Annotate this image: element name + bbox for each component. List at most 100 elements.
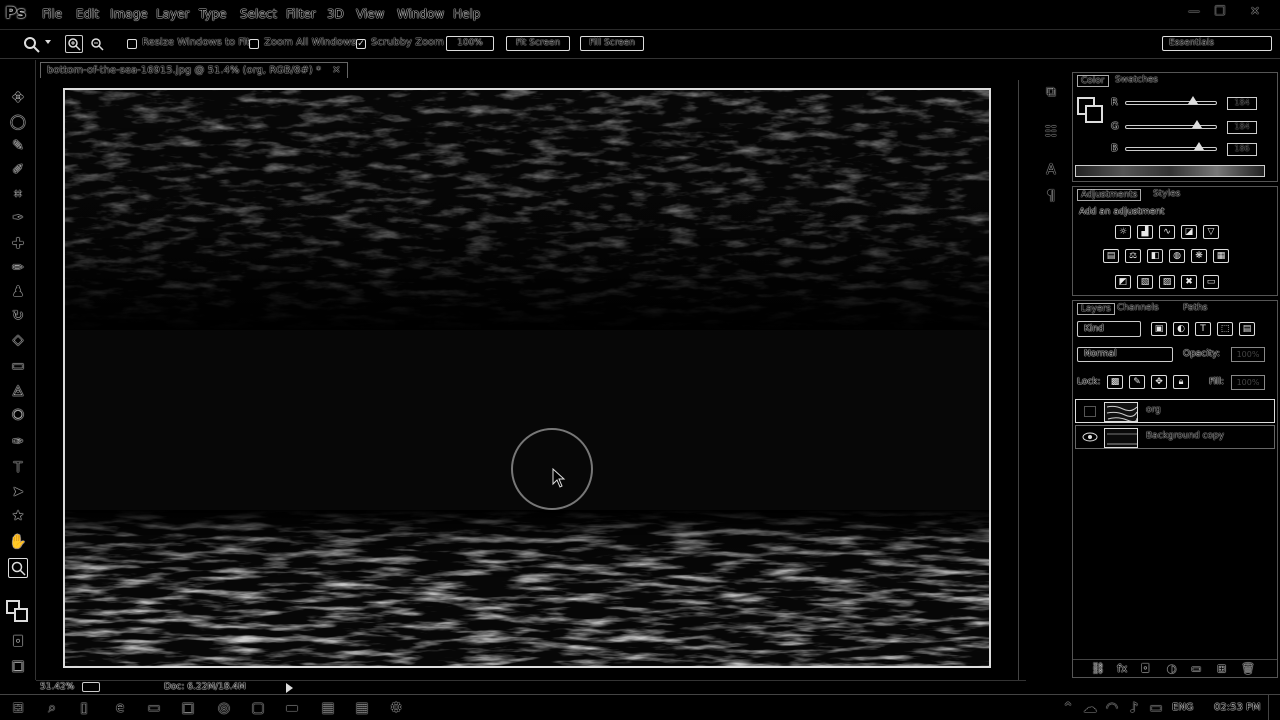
wifi-icon[interactable]: ◠	[1102, 699, 1122, 717]
add-mask-icon[interactable]: ◘	[1141, 662, 1150, 675]
eraser-tool-icon[interactable]: ◇	[8, 330, 28, 350]
filter-smart-object-icon[interactable]: ▤	[1239, 322, 1255, 336]
paragraph-panel-icon[interactable]: ¶	[1042, 188, 1060, 206]
b-value[interactable]: 186	[1227, 143, 1257, 156]
properties-panel-icon[interactable]: ☷	[1042, 124, 1060, 142]
r-slider-knob[interactable]	[1188, 96, 1198, 104]
path-select-tool-icon[interactable]: ➤	[8, 482, 28, 502]
gradient-map-icon[interactable]: ▭	[1203, 275, 1219, 289]
show-hidden-icons-icon[interactable]: ⌃	[1058, 699, 1078, 717]
background-color-chip[interactable]	[1085, 105, 1103, 123]
menu-3d[interactable]: 3D	[327, 7, 344, 21]
menu-edit[interactable]: Edit	[76, 7, 99, 21]
menu-select[interactable]: Select	[240, 7, 277, 21]
hand-tool-icon[interactable]: ✋	[8, 532, 28, 552]
clock[interactable]: 02:53 PM	[1214, 702, 1261, 713]
tab-channels[interactable]: Channels	[1117, 303, 1159, 313]
document-canvas[interactable]	[63, 88, 991, 668]
brush-tool-icon[interactable]: ✏	[8, 258, 28, 278]
menu-filter[interactable]: Filter	[286, 7, 316, 21]
layer-style-icon[interactable]: fx	[1117, 662, 1127, 675]
color-lookup-icon[interactable]: ▦	[1213, 249, 1229, 263]
chrome-icon[interactable]: ◎	[214, 699, 234, 717]
status-share-icon[interactable]	[82, 682, 100, 692]
filter-shape-icon[interactable]: ⬚	[1217, 322, 1233, 336]
healing-brush-tool-icon[interactable]: ✚	[8, 234, 28, 254]
app-icon-4[interactable]: ▦	[352, 699, 372, 717]
network-icon[interactable]: ☁	[1080, 699, 1100, 717]
menu-layer[interactable]: Layer	[156, 7, 189, 21]
move-tool-icon[interactable]: ✥	[8, 88, 28, 108]
zoom-tool-icon-active[interactable]	[8, 558, 28, 578]
pen-tool-icon[interactable]: ✑	[8, 432, 28, 452]
task-view-icon[interactable]: ▯	[74, 699, 94, 717]
app-icon-3[interactable]: ▤	[318, 699, 338, 717]
zoom-in-button[interactable]	[65, 35, 83, 53]
background-color-swatch[interactable]	[14, 608, 28, 622]
exposure-icon[interactable]: ◪	[1181, 225, 1197, 239]
history-panel-icon[interactable]: ⧉	[1042, 84, 1060, 102]
eyedropper-tool-icon[interactable]: ✒	[8, 208, 28, 228]
link-layers-icon[interactable]: ⛓	[1091, 662, 1105, 675]
stamp-tool-icon[interactable]: ♟	[8, 282, 28, 302]
zoom-100-button[interactable]: 100%	[446, 36, 494, 51]
threshold-icon[interactable]: ▨	[1159, 275, 1175, 289]
blend-mode-select[interactable]: Normal	[1077, 347, 1173, 362]
zoom-level[interactable]: 51.42%	[40, 682, 74, 692]
app-icon-2[interactable]: ▬	[282, 699, 302, 717]
lock-transparent-icon[interactable]: ▩	[1107, 375, 1123, 389]
hue-saturation-icon[interactable]: ▤	[1103, 249, 1119, 263]
menu-type[interactable]: Type	[199, 7, 227, 21]
dodge-tool-icon[interactable]: ◉	[8, 404, 28, 424]
color-ramp[interactable]	[1075, 165, 1265, 177]
status-menu-arrow-icon[interactable]	[286, 683, 293, 693]
character-panel-icon[interactable]: A	[1042, 162, 1060, 180]
marquee-tool-icon[interactable]: ◯	[8, 112, 28, 132]
close-button[interactable]: ✕	[1245, 4, 1265, 22]
visibility-toggle-off[interactable]	[1084, 406, 1096, 417]
new-layer-icon[interactable]: ⊞	[1217, 662, 1226, 675]
filter-pixel-icon[interactable]: ▣	[1151, 322, 1167, 336]
show-desktop-button[interactable]	[1268, 695, 1280, 720]
fill-screen-button[interactable]: Fill Screen	[580, 36, 644, 51]
tool-preset-dropdown-icon[interactable]	[45, 40, 51, 44]
screen-mode-icon[interactable]: ▣	[8, 656, 28, 676]
b-slider[interactable]	[1125, 142, 1217, 151]
document-tab[interactable]: bottom-of-the-sea-16915.jpg @ 51.4% (org…	[40, 62, 348, 78]
tab-layers[interactable]: Layers	[1077, 303, 1115, 315]
notification-icon[interactable]: ▭	[1146, 699, 1166, 717]
levels-icon[interactable]: ▟	[1137, 225, 1153, 239]
new-group-icon[interactable]: ▭	[1191, 662, 1201, 675]
scrubby-zoom-checkbox[interactable]: ✓	[356, 39, 366, 49]
black-white-icon[interactable]: ◧	[1147, 249, 1163, 263]
invert-icon[interactable]: ◩	[1115, 275, 1131, 289]
workspace-select[interactable]: Essentials	[1162, 36, 1272, 51]
new-adjustment-icon[interactable]: ◐	[1167, 662, 1177, 675]
photo-filter-icon[interactable]: ◍	[1169, 249, 1185, 263]
menu-help[interactable]: Help	[453, 7, 480, 21]
g-slider[interactable]	[1125, 120, 1217, 129]
shape-tool-icon[interactable]: ★	[8, 506, 28, 526]
curves-icon[interactable]: ∿	[1159, 225, 1175, 239]
b-slider-knob[interactable]	[1194, 142, 1204, 150]
posterize-icon[interactable]: ▧	[1137, 275, 1153, 289]
start-button-icon[interactable]: ⊞	[8, 699, 28, 717]
tab-styles[interactable]: Styles	[1153, 189, 1180, 199]
g-value[interactable]: 184	[1227, 121, 1257, 134]
vibrance-icon[interactable]: ▽	[1203, 225, 1219, 239]
tab-paths[interactable]: Paths	[1183, 303, 1207, 313]
app-icon-1[interactable]: ▢	[248, 699, 268, 717]
minimize-button[interactable]: —	[1184, 4, 1204, 22]
g-slider-knob[interactable]	[1192, 120, 1202, 128]
color-balance-icon[interactable]: ⚖	[1125, 249, 1141, 263]
lasso-tool-icon[interactable]: ✎	[8, 136, 28, 156]
crop-tool-icon[interactable]: ⌗	[8, 184, 28, 204]
language-indicator[interactable]: ENG	[1172, 702, 1194, 713]
menu-view[interactable]: View	[356, 7, 384, 21]
fit-screen-button[interactable]: Fit Screen	[506, 36, 570, 51]
restore-button[interactable]: ❐	[1210, 4, 1230, 22]
history-brush-tool-icon[interactable]: ↻	[8, 306, 28, 326]
tab-swatches[interactable]: Swatches	[1115, 75, 1158, 85]
app-icon-5[interactable]: ⚙	[386, 699, 406, 717]
volume-icon[interactable]: ♪	[1124, 699, 1144, 717]
